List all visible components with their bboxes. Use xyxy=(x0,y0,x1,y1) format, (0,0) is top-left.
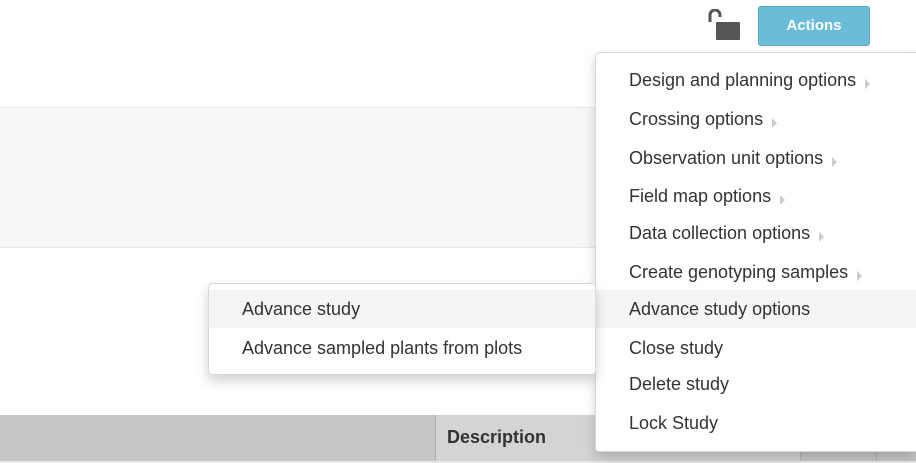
caret-right-icon xyxy=(865,79,871,89)
submenu-item-advance-sampled-plants[interactable]: Advance sampled plants from plots xyxy=(209,329,595,367)
caret-right-icon xyxy=(780,195,786,205)
menu-item-field-map-options[interactable]: Field map options xyxy=(596,177,916,215)
caret-right-icon xyxy=(772,118,778,128)
menu-item-label: Create genotyping samples xyxy=(629,262,849,282)
menu-item-label: Design and planning options xyxy=(629,70,857,90)
menu-item-data-collection-options[interactable]: Data collection options xyxy=(596,214,916,252)
menu-item-create-genotyping-samples[interactable]: Create genotyping samples xyxy=(596,253,916,291)
advance-study-submenu: Advance study Advance sampled plants fro… xyxy=(208,283,596,375)
unlocked-padlock-icon[interactable] xyxy=(707,8,743,41)
menu-item-advance-study-options[interactable]: Advance study options xyxy=(596,290,916,328)
menu-item-label: Data collection options xyxy=(629,223,811,243)
menu-item-lock-study[interactable]: Lock Study xyxy=(596,404,916,442)
menu-item-label: Advance study options xyxy=(629,299,811,319)
menu-item-label: Observation unit options xyxy=(629,148,824,168)
column-header-description-label: Description xyxy=(447,427,547,447)
caret-right-icon xyxy=(832,157,838,167)
menu-item-delete-study[interactable]: Delete study xyxy=(596,365,916,403)
menu-item-observation-unit-options[interactable]: Observation unit options xyxy=(596,139,916,177)
menu-item-crossing-options[interactable]: Crossing options xyxy=(596,100,916,138)
caret-right-icon xyxy=(819,232,825,242)
menu-item-label: Close study xyxy=(629,338,724,358)
menu-item-design-and-planning-options[interactable]: Design and planning options xyxy=(596,61,916,99)
actions-dropdown-menu: Design and planning options Crossing opt… xyxy=(595,52,916,452)
actions-button[interactable]: Actions xyxy=(758,6,870,46)
menu-item-label: Crossing options xyxy=(629,109,764,129)
menu-item-close-study[interactable]: Close study xyxy=(596,329,916,367)
submenu-item-advance-study[interactable]: Advance study xyxy=(209,290,595,328)
menu-item-label: Field map options xyxy=(629,186,772,206)
caret-right-icon xyxy=(857,271,863,281)
menu-item-label: Delete study xyxy=(629,374,730,394)
menu-item-label: Lock Study xyxy=(629,413,719,433)
page: Description Actions Design and planning … xyxy=(0,0,916,463)
column-divider xyxy=(435,415,436,461)
